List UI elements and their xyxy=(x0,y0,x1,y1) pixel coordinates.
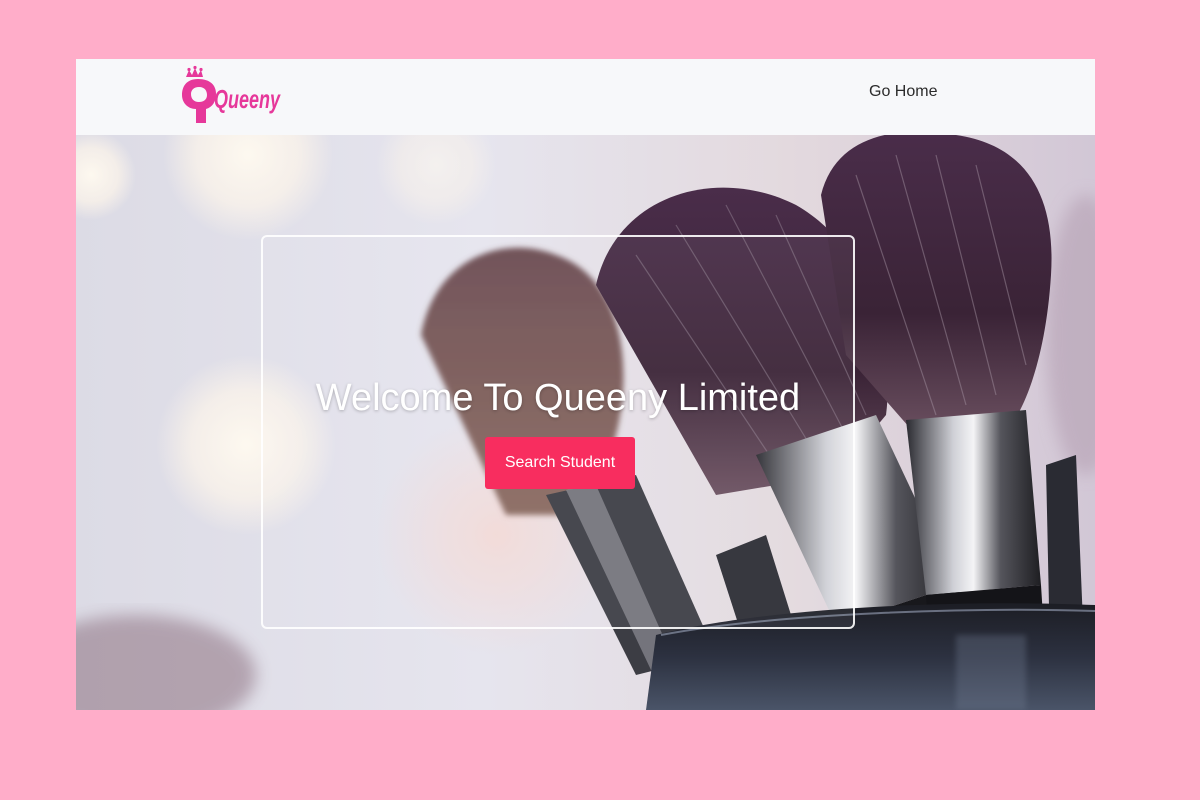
hero-section: Welcome To Queeny Limited Search Student xyxy=(76,135,1095,710)
go-home-link[interactable]: Go Home xyxy=(869,83,937,101)
navbar: Queeny Go Home xyxy=(76,59,1095,135)
hero-headline: Welcome To Queeny Limited xyxy=(315,377,801,419)
brand-logo[interactable]: Queeny xyxy=(180,65,290,125)
search-student-button[interactable]: Search Student xyxy=(485,437,635,489)
browser-viewport: Queeny Go Home Welcome To Queeny Limited… xyxy=(76,59,1095,710)
brand-logo-text: Queeny xyxy=(214,84,281,114)
welcome-box: Welcome To Queeny Limited Search Student xyxy=(261,235,855,629)
